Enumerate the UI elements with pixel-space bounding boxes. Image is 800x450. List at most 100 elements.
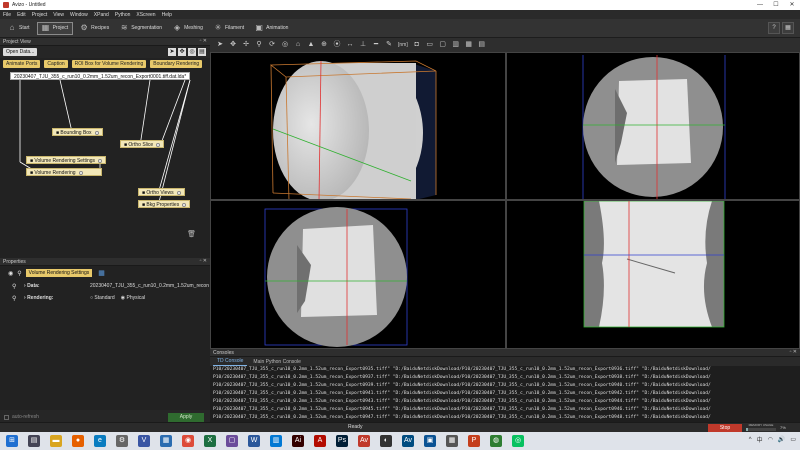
menu-xpand[interactable]: XPand bbox=[94, 12, 109, 18]
zoom-icon[interactable]: ⚲ bbox=[255, 41, 263, 49]
interact-icon[interactable]: ➤ bbox=[216, 41, 224, 49]
photoshop-icon[interactable]: Ps bbox=[336, 435, 348, 447]
animate-ports-button[interactable]: Animate Ports bbox=[3, 60, 41, 68]
translate-icon[interactable]: ✢ bbox=[242, 41, 250, 49]
apply-button[interactable]: Apply bbox=[168, 413, 204, 422]
maximize-button[interactable]: ☐ bbox=[768, 0, 784, 10]
unit-label[interactable]: [nm] bbox=[398, 41, 408, 49]
amira-icon[interactable]: Av bbox=[402, 435, 414, 447]
fullscreen-icon[interactable]: ▭ bbox=[426, 41, 434, 49]
tray-wifi-icon[interactable]: ◠ bbox=[768, 436, 773, 443]
tray-lang-icon[interactable]: 中 bbox=[757, 435, 763, 444]
pin-icon[interactable]: ⚲ bbox=[12, 283, 24, 290]
panel-controls-icon[interactable]: ▫ ✕ bbox=[790, 349, 797, 355]
paint-icon[interactable]: ▣ bbox=[424, 435, 436, 447]
panel-controls-icon[interactable]: ▫ ✕ bbox=[200, 38, 207, 44]
edge-icon[interactable]: e bbox=[94, 435, 106, 447]
explorer-icon[interactable]: ▬ bbox=[50, 435, 62, 447]
tray-volume-icon[interactable]: 🔊 bbox=[778, 436, 785, 443]
workroom-filament[interactable]: ✳ Filament bbox=[210, 22, 248, 35]
visio-icon[interactable]: V bbox=[138, 435, 150, 447]
set-home-icon[interactable]: ▲ bbox=[307, 41, 315, 49]
minimize-button[interactable]: — bbox=[752, 0, 768, 10]
caption-button[interactable]: Caption bbox=[44, 60, 68, 68]
graph-view-icon[interactable]: ◎ bbox=[188, 48, 196, 56]
pen-icon[interactable]: ✎ bbox=[385, 41, 393, 49]
powerpoint-icon[interactable]: P bbox=[468, 435, 480, 447]
maps-icon[interactable]: ◍ bbox=[490, 435, 502, 447]
layout-icon[interactable]: ▦ bbox=[782, 22, 794, 34]
calendar-icon[interactable]: ▤ bbox=[28, 435, 40, 447]
bounding-box-node[interactable]: ■ Bounding Box bbox=[52, 128, 103, 136]
acrobat-icon[interactable]: A bbox=[314, 435, 326, 447]
firefox-icon[interactable]: ● bbox=[72, 435, 84, 447]
menu-project[interactable]: Project bbox=[32, 12, 48, 18]
trackball-icon[interactable]: ✥ bbox=[229, 41, 237, 49]
rendering-physical-radio[interactable]: ◉ Physical bbox=[121, 295, 145, 301]
rotate-icon[interactable]: ⟳ bbox=[268, 41, 276, 49]
windows-start-icon[interactable]: ⊞ bbox=[6, 435, 18, 447]
port-dot-icon[interactable] bbox=[156, 142, 161, 147]
menu-view[interactable]: View bbox=[53, 12, 64, 18]
ortho-views-node[interactable]: ■ Ortho Views bbox=[138, 188, 185, 196]
illustrator-icon[interactable]: Ai bbox=[292, 435, 304, 447]
bkg-properties-node[interactable]: ■ Bkg Properties bbox=[138, 200, 191, 208]
notes-icon[interactable]: ▦ bbox=[160, 435, 172, 447]
word-icon[interactable]: W bbox=[248, 435, 260, 447]
store-icon[interactable]: ▦ bbox=[446, 435, 458, 447]
viewer-ortho-xy[interactable] bbox=[506, 52, 800, 200]
settings-icon[interactable]: ⚙ bbox=[116, 435, 128, 447]
layout-extra-icon[interactable]: ▤ bbox=[478, 41, 486, 49]
viewer-3d[interactable] bbox=[210, 52, 506, 200]
photos-icon[interactable]: ▥ bbox=[270, 435, 282, 447]
port-dot-icon[interactable] bbox=[182, 202, 187, 207]
rendering-standard-radio[interactable]: ○ Standard bbox=[90, 295, 115, 301]
blender-icon[interactable]: ◐ bbox=[380, 435, 392, 447]
close-button[interactable]: ✕ bbox=[784, 0, 800, 10]
boundary-rendering-button[interactable]: Boundary Rendering bbox=[150, 60, 203, 68]
menu-xscreen[interactable]: XScreen bbox=[136, 12, 155, 18]
port-dot-icon[interactable] bbox=[94, 130, 99, 135]
menu-file[interactable]: File bbox=[3, 12, 11, 18]
viewer-ortho-xz[interactable] bbox=[210, 200, 506, 349]
panel-controls-icon[interactable]: ▫ ✕ bbox=[200, 258, 207, 264]
tab-python-console[interactable]: Main Python Console bbox=[249, 358, 305, 366]
menu-help[interactable]: Help bbox=[162, 12, 172, 18]
view-all-icon[interactable]: ⊕ bbox=[320, 41, 328, 49]
seek-icon[interactable]: ◎ bbox=[281, 41, 289, 49]
pan-icon[interactable]: ✥ bbox=[178, 48, 186, 56]
volume-rendering-settings-node[interactable]: ■ Volume Rendering Settings bbox=[26, 156, 107, 164]
trash-icon[interactable]: 🗑 bbox=[187, 230, 196, 238]
port-dot-icon[interactable] bbox=[98, 158, 103, 163]
workroom-project[interactable]: ▦ Project bbox=[36, 21, 74, 35]
snapshot-icon[interactable]: ◘ bbox=[413, 41, 421, 49]
layout-2-icon[interactable]: ▥ bbox=[452, 41, 460, 49]
tray-battery-icon[interactable]: ▭ bbox=[790, 436, 796, 443]
menu-edit[interactable]: Edit bbox=[17, 12, 26, 18]
excel-icon[interactable]: X bbox=[204, 435, 216, 447]
help-icon[interactable]: ? bbox=[768, 22, 780, 34]
tree-view-icon[interactable]: ▤ bbox=[198, 48, 206, 56]
pin-icon[interactable]: ⚲ bbox=[12, 295, 24, 302]
roi-box-button[interactable]: ROI Box for Volume Rendering bbox=[71, 60, 147, 68]
workroom-meshing[interactable]: ◈ Meshing bbox=[169, 22, 207, 35]
home-view-icon[interactable]: ⌂ bbox=[294, 41, 302, 49]
tab-td-console[interactable]: TD Console bbox=[213, 357, 248, 366]
wechat-icon[interactable]: ◎ bbox=[512, 435, 524, 447]
module-grid-icon[interactable]: ▦ bbox=[98, 269, 105, 277]
workroom-animation[interactable]: ▣ Animation bbox=[251, 22, 292, 35]
workroom-segmentation[interactable]: ≋ Segmentation bbox=[116, 22, 166, 35]
open-data-button[interactable]: Open Data... bbox=[3, 48, 38, 56]
layout-4-icon[interactable]: ▦ bbox=[465, 41, 473, 49]
camera-icon[interactable]: ⦿ bbox=[333, 41, 341, 49]
stop-button[interactable]: Stop bbox=[708, 424, 742, 432]
menu-window[interactable]: Window bbox=[70, 12, 88, 18]
select-arrow-icon[interactable]: ➤ bbox=[168, 48, 176, 56]
auto-refresh-checkbox[interactable]: auto-refresh bbox=[4, 414, 39, 420]
avizo-icon[interactable]: Av bbox=[358, 435, 370, 447]
layout-1-icon[interactable]: ▢ bbox=[439, 41, 447, 49]
app-icon[interactable]: ▢ bbox=[226, 435, 238, 447]
visibility-icon[interactable]: ◉ bbox=[8, 270, 13, 277]
tray-chevron-icon[interactable]: ^ bbox=[749, 437, 752, 443]
workroom-recipes[interactable]: ⚙ Recipes bbox=[76, 22, 113, 35]
